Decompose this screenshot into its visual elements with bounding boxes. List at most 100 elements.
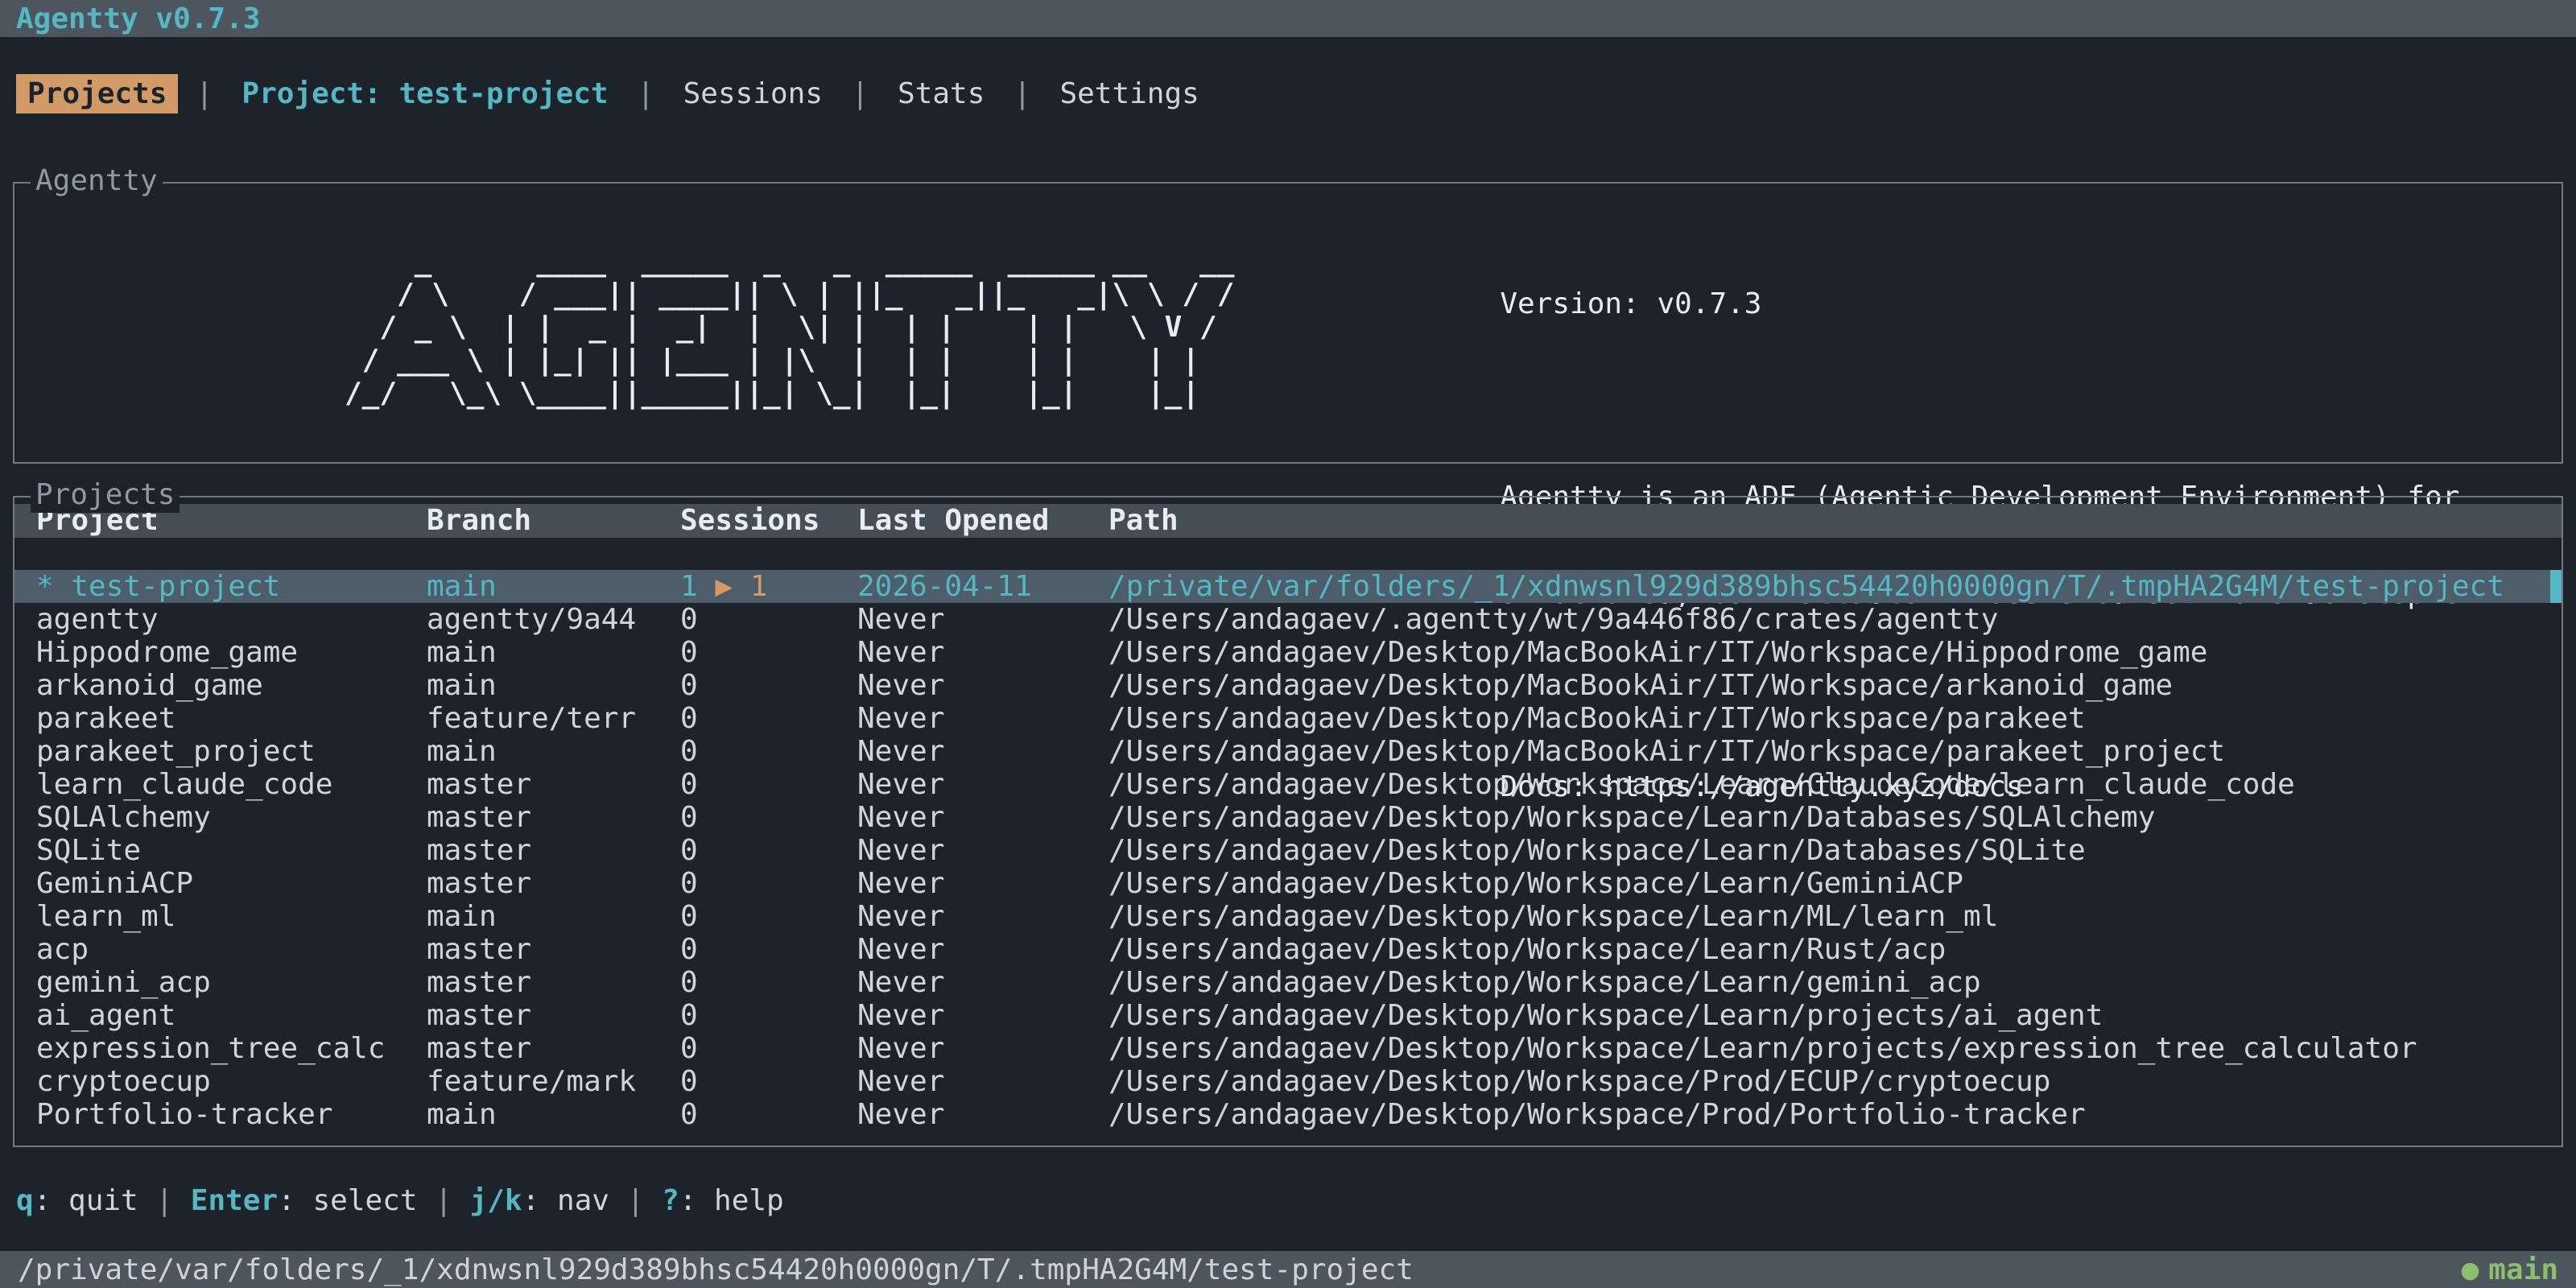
cell-project: gemini_acp <box>36 966 427 999</box>
agentty-panel-title: Agentty <box>31 163 163 199</box>
project-row[interactable]: learn_mlmain0 Never/Users/andagaev/Deskto… <box>14 900 2562 933</box>
table-body: * test-projectmain1 ▶ 12026-04-11/privat… <box>14 570 2562 1131</box>
cell-path: /Users/andagaev/Desktop/Workspace/Learn/… <box>1108 900 2562 933</box>
sessions-count: 0 <box>680 900 698 933</box>
project-row[interactable]: SQLAlchemymaster0Never/Users/andagaev/De… <box>14 801 2562 834</box>
cell-sessions: 0 <box>680 636 857 669</box>
git-status: ● main <box>2462 1253 2558 1286</box>
cell-sessions: 0 <box>680 1032 857 1065</box>
tab-separator: | <box>178 77 230 110</box>
sessions-active: ▶ 1 <box>698 570 768 603</box>
cell-branch: main <box>427 900 680 933</box>
cell-last-opened: Never <box>857 768 1108 801</box>
column-header-last-opened: Last Opened <box>857 504 1108 538</box>
project-row[interactable]: cryptoecupfeature/mark0Never/Users/andag… <box>14 1065 2562 1098</box>
project-row[interactable]: parakeet_projectmain0Never/Users/andagae… <box>14 735 2562 768</box>
project-row[interactable]: parakeetfeature/terr0Never/Users/andagae… <box>14 702 2562 735</box>
help-separator: | <box>609 1184 662 1217</box>
cell-sessions: 0 <box>680 669 857 702</box>
sessions-count: 0 <box>680 735 698 768</box>
hero-content: _ ____ _____ _ _ _____ _____ __ __ / \ /… <box>14 184 2562 462</box>
projects-panel: Projects ProjectBranchSessionsLast Opene… <box>13 496 2563 1147</box>
cell-sessions: 0 <box>680 1065 857 1098</box>
help-separator: | <box>138 1184 191 1217</box>
status-bar: /private/var/folders/_1/xdnwsnl929d389bh… <box>0 1251 2576 1288</box>
project-row[interactable]: acpmaster0Never/Users/andagaev/Desktop/W… <box>14 933 2562 966</box>
version-line: Version: v0.7.3 <box>1500 288 2512 320</box>
tab-stats[interactable]: Stats <box>886 74 996 114</box>
cell-branch: master <box>427 933 680 966</box>
cell-sessions: 0 <box>680 900 857 933</box>
cell-last-opened: Never <box>857 900 1108 933</box>
cell-project: parakeet <box>36 702 427 735</box>
cell-branch: agentty/9a44 <box>427 603 680 636</box>
cell-last-opened: Never <box>857 801 1108 834</box>
cell-path: /Users/andagaev/Desktop/MacBookAir/IT/Wo… <box>1108 702 2562 735</box>
sessions-count: 0 <box>680 966 698 999</box>
help-bar: q: quit | Enter: select | j/k: nav | ?: … <box>16 1184 2576 1217</box>
cell-last-opened: Never <box>857 735 1108 768</box>
cell-project: expression_tree_calc <box>36 1032 427 1065</box>
cell-last-opened: Never <box>857 1065 1108 1098</box>
table-gap <box>14 538 2562 570</box>
git-dot-icon: ● <box>2462 1253 2479 1286</box>
project-row[interactable]: arkanoid_gamemain0Never/Users/andagaev/D… <box>14 669 2562 702</box>
cell-branch: feature/mark <box>427 1065 680 1098</box>
project-row[interactable]: agenttyagentty/9a440Never/Users/andagaev… <box>14 603 2562 636</box>
cell-path: /Users/andagaev/Desktop/MacBookAir/IT/Wo… <box>1108 636 2562 669</box>
cell-path: /Users/andagaev/Desktop/Workspace/Learn/… <box>1108 801 2562 834</box>
cell-project: Portfolio-tracker <box>36 1098 427 1131</box>
cell-sessions: 0 <box>680 999 857 1032</box>
help-key-: ? <box>662 1184 679 1217</box>
scrollbar-thumb[interactable] <box>2550 570 2562 603</box>
project-row[interactable]: expression_tree_calcmaster0Never/Users/a… <box>14 1032 2562 1065</box>
tab-projects[interactable]: Projects <box>16 74 178 114</box>
cell-path: /Users/andagaev/Desktop/Workspace/Learn/… <box>1108 1032 2562 1065</box>
project-row[interactable]: ai_agentmaster0Never/Users/andagaev/Desk… <box>14 999 2562 1032</box>
sessions-count: 0 <box>680 702 698 735</box>
sessions-count: 0 <box>680 867 698 900</box>
sessions-count: 0 <box>680 603 698 636</box>
cell-last-opened: 2026-04-11 <box>857 570 1108 603</box>
sessions-count: 0 <box>680 669 698 702</box>
sessions-count: 0 <box>680 801 698 834</box>
git-branch-name: main <box>2488 1253 2558 1286</box>
cell-sessions: 0 <box>680 966 857 999</box>
tab-sessions[interactable]: Sessions <box>672 74 834 114</box>
cell-project: * test-project <box>36 570 427 603</box>
project-row[interactable]: * test-projectmain1 ▶ 12026-04-11/privat… <box>14 570 2562 603</box>
tab-separator: | <box>996 77 1048 110</box>
cell-sessions: 0 <box>680 603 857 636</box>
project-row[interactable]: learn_claude_codemaster0Never/Users/anda… <box>14 768 2562 801</box>
cell-path: /Users/andagaev/Desktop/Workspace/Prod/E… <box>1108 1065 2562 1098</box>
help-desc: : help <box>679 1184 784 1217</box>
sessions-count: 0 <box>680 834 698 867</box>
cell-sessions: 0 <box>680 801 857 834</box>
cell-branch: master <box>427 834 680 867</box>
sessions-count: 0 <box>680 636 698 669</box>
cell-last-opened: Never <box>857 702 1108 735</box>
project-row[interactable]: Portfolio-trackermain0Never/Users/andaga… <box>14 1098 2562 1131</box>
status-path: /private/var/folders/_1/xdnwsnl929d389bh… <box>18 1253 1414 1286</box>
sessions-count: 0 <box>680 768 698 801</box>
cell-last-opened: Never <box>857 669 1108 702</box>
cell-sessions: 0 <box>680 702 857 735</box>
project-row[interactable]: SQLitemaster0Never/Users/andagaev/Deskto… <box>14 834 2562 867</box>
projects-panel-title: Projects <box>31 477 180 513</box>
cell-project: learn_ml <box>36 900 427 933</box>
help-desc: : nav <box>522 1184 609 1217</box>
cell-path: /Users/andagaev/Desktop/Workspace/Learn/… <box>1108 933 2562 966</box>
project-row[interactable]: GeminiACPmaster0Never/Users/andagaev/Des… <box>14 867 2562 900</box>
cell-branch: master <box>427 801 680 834</box>
cell-sessions: 0 <box>680 834 857 867</box>
tab-current-project[interactable]: Project: test-project <box>230 74 619 114</box>
tab-settings[interactable]: Settings <box>1048 74 1210 114</box>
cell-path: /Users/andagaev/Desktop/Workspace/Learn/… <box>1108 867 2562 900</box>
tab-separator: | <box>834 77 886 110</box>
project-row[interactable]: gemini_acpmaster0Never/Users/andagaev/De… <box>14 966 2562 999</box>
cell-sessions: 0 <box>680 735 857 768</box>
cell-path: /private/var/folders/_1/xdnwsnl929d389bh… <box>1108 570 2562 603</box>
cell-path: /Users/andagaev/Desktop/Workspace/Learn/… <box>1108 966 2562 999</box>
project-row[interactable]: Hippodrome_gamemain0Never/Users/andagaev… <box>14 636 2562 669</box>
cell-branch: main <box>427 735 680 768</box>
